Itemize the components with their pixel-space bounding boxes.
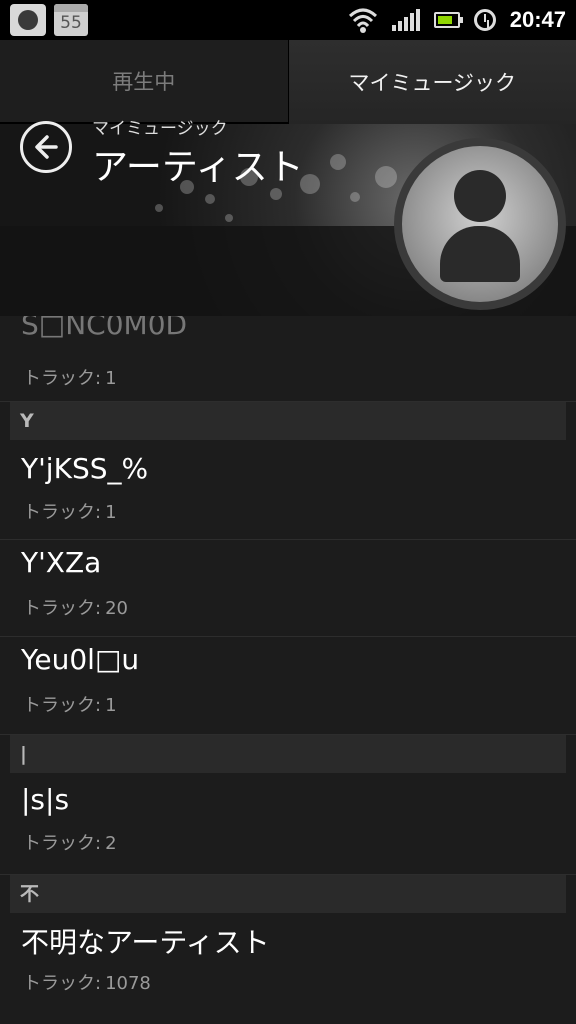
signal-icon bbox=[391, 9, 420, 31]
artist-name: 不明なアーティスト bbox=[21, 926, 270, 959]
breadcrumb: マイミュージック bbox=[92, 119, 228, 139]
wifi-icon bbox=[348, 8, 377, 33]
track-count: トラック: 1 bbox=[23, 502, 117, 523]
artist-list: S□NC0M0D トラック: 1 Y Y'jKSS_% トラック: 1 Y'XZa … bbox=[0, 316, 576, 1024]
artist-name: Y'XZa bbox=[21, 546, 102, 579]
artist-name: S□NC0M0D bbox=[21, 316, 188, 341]
list-item[interactable]: S□NC0M0D トラック: 1 bbox=[0, 316, 576, 402]
back-button[interactable] bbox=[20, 121, 72, 173]
tab-bar: 再生中 マイミュージック bbox=[0, 40, 576, 124]
app-notification-icon bbox=[10, 4, 46, 36]
status-clock: 20:47 bbox=[509, 7, 566, 32]
list-item[interactable]: Y'XZa トラック: 20 bbox=[0, 540, 576, 637]
list-item[interactable]: 不明なアーティスト トラック: 1078 bbox=[0, 913, 576, 1023]
battery-icon bbox=[433, 12, 463, 28]
artist-name: Y'jKSS_% bbox=[21, 452, 149, 485]
section-header: 不 bbox=[10, 875, 566, 913]
tab-my-music[interactable]: マイミュージック bbox=[288, 40, 576, 124]
track-count: トラック: 20 bbox=[23, 598, 128, 619]
list-item[interactable]: Y'jKSS_% トラック: 1 bbox=[0, 440, 576, 540]
list-item[interactable]: |s|s トラック: 2 bbox=[0, 773, 576, 875]
list-item[interactable]: Yeu0l□u トラック: 1 bbox=[0, 637, 576, 735]
status-bar: 55 20:47 bbox=[0, 0, 576, 40]
artist-name: Yeu0l□u bbox=[21, 643, 140, 676]
page-title: アーティスト bbox=[92, 147, 304, 188]
artist-name: |s|s bbox=[21, 783, 70, 816]
section-header: | bbox=[10, 735, 566, 773]
track-count: トラック: 1 bbox=[23, 368, 117, 389]
track-count: トラック: 1 bbox=[23, 695, 117, 716]
tab-now-playing[interactable]: 再生中 bbox=[0, 40, 289, 124]
track-count: トラック: 2 bbox=[23, 833, 117, 854]
back-arrow-icon bbox=[35, 135, 58, 159]
calendar-icon: 55 bbox=[54, 4, 88, 36]
section-header: Y bbox=[10, 402, 566, 440]
artist-avatar-icon bbox=[394, 138, 566, 310]
alarm-icon bbox=[473, 9, 496, 31]
track-count: トラック: 1078 bbox=[23, 973, 151, 994]
